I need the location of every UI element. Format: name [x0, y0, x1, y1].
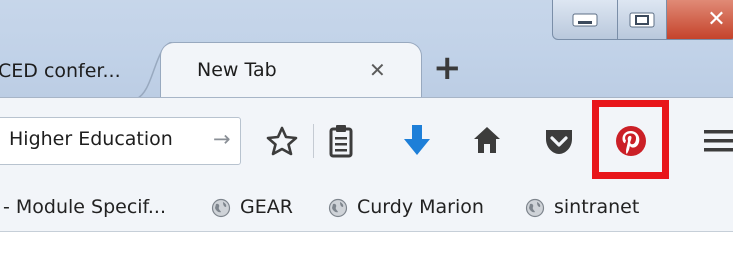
home-icon[interactable] — [472, 124, 502, 156]
minimize-button[interactable] — [552, 0, 618, 40]
globe-icon — [525, 198, 545, 218]
download-arrow-icon[interactable] — [402, 123, 432, 157]
minimize-icon — [572, 13, 598, 26]
pinterest-icon[interactable] — [614, 124, 648, 158]
maximize-icon — [629, 12, 655, 27]
page-content — [0, 231, 733, 259]
globe-icon — [328, 198, 348, 218]
window-close-button[interactable]: ✕ — [667, 0, 733, 40]
url-input-value[interactable]: Higher Education — [9, 128, 173, 150]
toolbar-divider — [313, 124, 314, 158]
bookmark-curdy-marion[interactable]: Curdy Marion — [357, 196, 484, 218]
star-icon[interactable] — [266, 126, 298, 156]
maximize-button[interactable] — [618, 0, 667, 40]
tab-label: CED confer... — [0, 60, 121, 82]
url-bar[interactable]: Higher Education → — [0, 117, 241, 165]
bookmark-sintranet[interactable]: sintranet — [554, 196, 639, 218]
bookmark-module-specif[interactable]: - Module Specif... — [3, 196, 166, 218]
tab-new-tab[interactable]: New Tab ✕ — [160, 42, 422, 99]
pocket-icon[interactable] — [543, 126, 575, 156]
bookmark-gear[interactable]: GEAR — [240, 196, 293, 218]
tab-close-icon[interactable]: ✕ — [369, 58, 386, 82]
hamburger-menu-icon[interactable] — [702, 127, 733, 155]
new-tab-button[interactable]: + — [433, 48, 462, 88]
bookmarks-toolbar: - Module Specif... GEAR Curdy Marion sin… — [0, 186, 733, 231]
reading-list-icon[interactable] — [329, 124, 353, 158]
window-close-icon: ✕ — [707, 7, 726, 32]
tab-label: New Tab — [197, 59, 277, 81]
globe-icon — [211, 198, 231, 218]
go-arrow-icon[interactable]: → — [213, 127, 231, 151]
